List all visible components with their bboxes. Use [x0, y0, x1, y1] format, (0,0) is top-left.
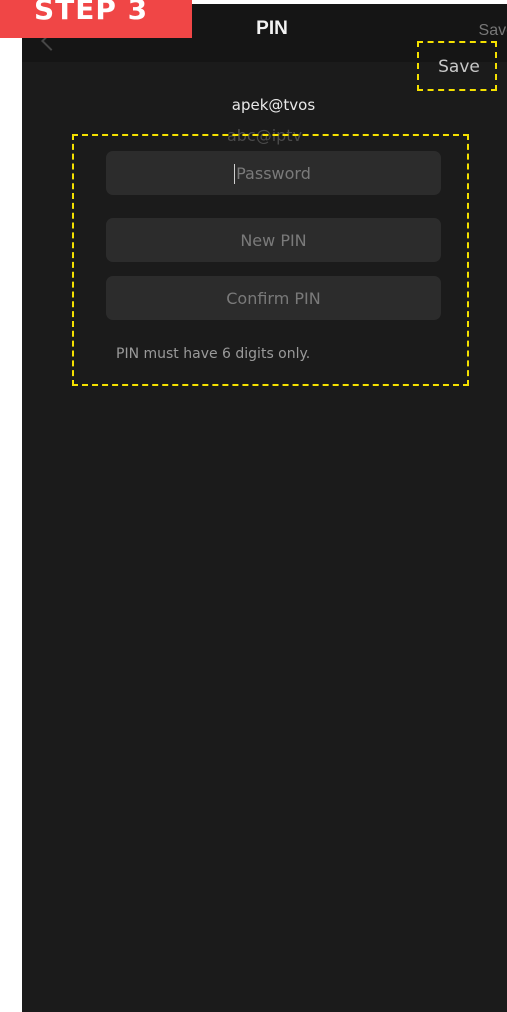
text-cursor — [234, 164, 235, 184]
pin-hint-text: PIN must have 6 digits only. — [116, 346, 311, 362]
account-name: apek@tvos — [231, 96, 316, 114]
confirm-pin-field[interactable] — [106, 276, 441, 320]
new-pin-field[interactable] — [106, 218, 441, 262]
nav-save-label-ghost: Save — [478, 22, 507, 39]
password-field[interactable] — [106, 151, 441, 195]
save-button[interactable]: Save — [427, 54, 491, 80]
pin-screen: PIN Save Save abc@iptv apek@tvos PIN mus… — [22, 4, 507, 1012]
step-badge: STEP 3 — [0, 0, 192, 38]
